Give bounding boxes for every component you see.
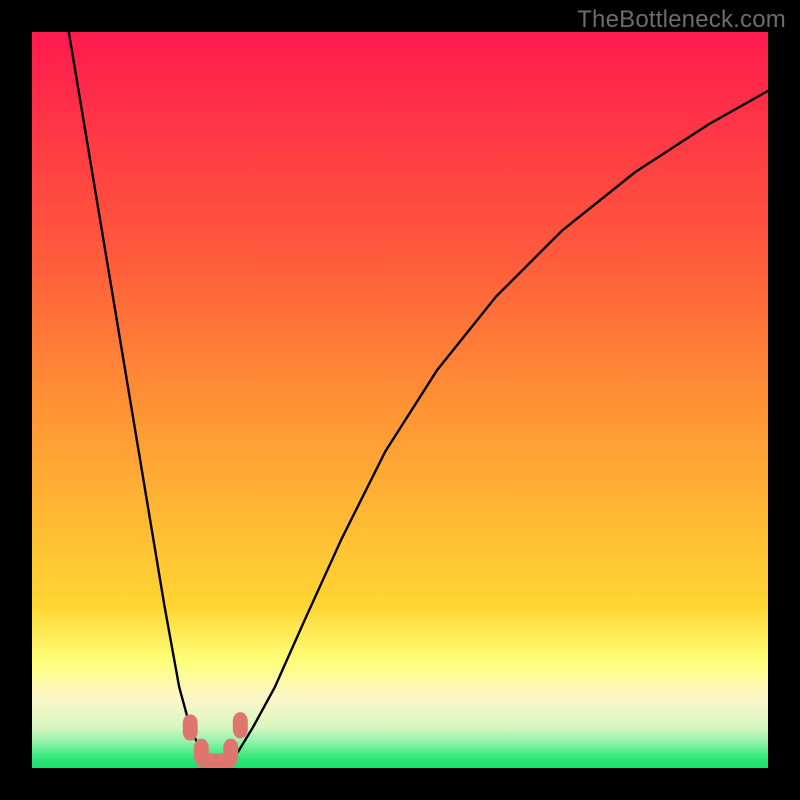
watermark-text: TheBottleneck.com (577, 6, 786, 34)
threshold-marker (195, 753, 236, 767)
gradient-background (32, 32, 768, 768)
threshold-marker (233, 712, 248, 738)
threshold-marker (183, 715, 198, 741)
chart-frame (32, 32, 768, 768)
bottleneck-chart (32, 32, 768, 768)
